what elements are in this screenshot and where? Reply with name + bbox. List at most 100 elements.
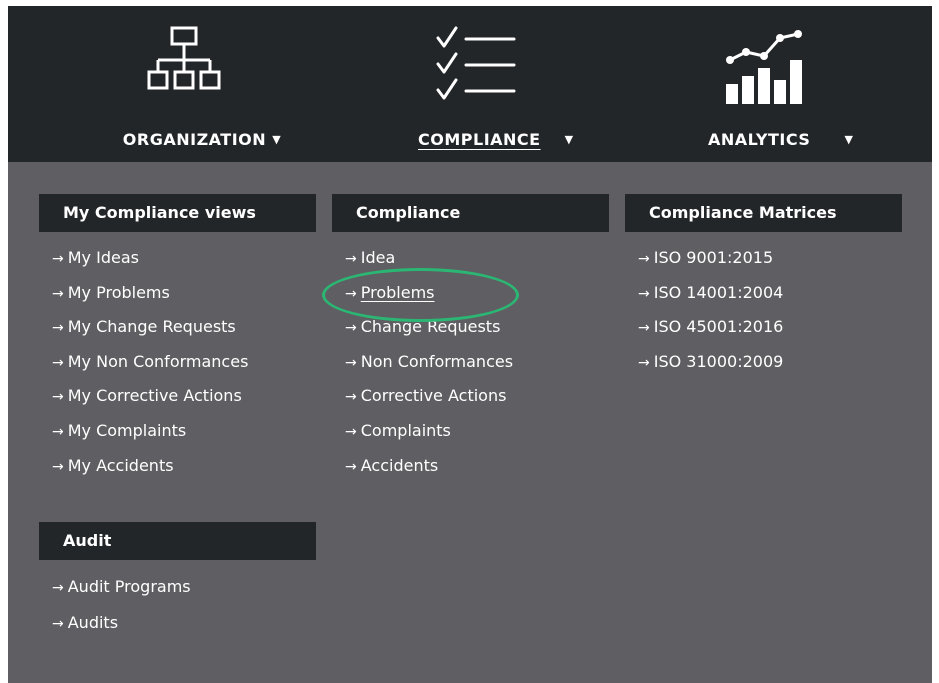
caret-down-icon: ▼: [564, 133, 574, 146]
link-label: Change Requests: [360, 317, 501, 337]
link-my-corrective-actions[interactable]: → My Corrective Actions: [52, 386, 242, 405]
arrow-right-icon: →: [345, 354, 357, 371]
list-item: → ISO 14001:2004: [638, 276, 783, 311]
arrow-right-icon: →: [52, 251, 64, 267]
link-label: My Problems: [67, 282, 170, 302]
link-iso-45001[interactable]: → ISO 45001:2016: [638, 317, 783, 336]
arrow-right-icon: →: [52, 580, 64, 596]
arrow-right-icon: →: [52, 354, 64, 371]
top-navigation-bar: ORGANIZATION ▼ COMPLIANCE ▼ ANALYTICS ▼: [8, 6, 932, 162]
arrow-right-icon: →: [52, 616, 64, 632]
compliance-list: → Idea → Problems → Change Requests → Non Co…: [345, 241, 513, 483]
section-header-compliance: Compliance: [332, 194, 609, 232]
list-item: → Change Requests: [345, 310, 513, 345]
list-item: → ISO 9001:2015: [638, 241, 783, 276]
arrow-right-icon: →: [345, 458, 357, 475]
list-item: → Accidents: [345, 449, 513, 484]
arrow-right-icon: →: [638, 320, 650, 337]
link-my-problems[interactable]: → My Problems: [52, 283, 170, 302]
arrow-right-icon: →: [52, 423, 64, 440]
compliance-matrices-list: → ISO 9001:2015 → ISO 14001:2004 → ISO 4500…: [638, 241, 783, 379]
list-item: → My Corrective Actions: [52, 379, 248, 414]
link-label: Audits: [67, 613, 119, 632]
arrow-right-icon: →: [345, 389, 357, 406]
link-change-requests[interactable]: → Change Requests: [345, 317, 500, 336]
link-label: Complaints: [360, 420, 451, 440]
link-label: Non Conformances: [360, 351, 514, 371]
section-header-audit: Audit: [39, 522, 316, 560]
arrow-right-icon: →: [52, 285, 64, 302]
link-iso-9001[interactable]: → ISO 9001:2015: [638, 248, 773, 267]
arrow-right-icon: →: [638, 285, 650, 302]
list-item: → My Accidents: [52, 449, 248, 484]
section-header-my-compliance-views: My Compliance views: [39, 194, 316, 232]
my-compliance-views-list: → My Ideas → My Problems → My Change Reques…: [52, 241, 248, 483]
link-label: Problems: [360, 282, 435, 302]
mega-menu: ORGANIZATION ▼ COMPLIANCE ▼ ANALYTICS ▼ …: [8, 6, 932, 683]
nav-organization-label: ORGANIZATION: [122, 130, 267, 149]
link-my-ideas[interactable]: → My Ideas: [52, 248, 139, 267]
caret-down-icon: ▼: [272, 133, 282, 146]
link-problems[interactable]: → Problems: [345, 283, 434, 302]
list-item: → Idea: [345, 241, 513, 276]
list-item: → Problems: [345, 276, 513, 311]
link-accidents[interactable]: → Accidents: [345, 456, 438, 475]
list-item: → My Non Conformances: [52, 345, 248, 380]
link-label: Accidents: [360, 455, 439, 475]
arrow-right-icon: →: [345, 423, 357, 440]
link-iso-14001[interactable]: → ISO 14001:2004: [638, 283, 783, 302]
link-label: My Corrective Actions: [67, 386, 242, 406]
link-my-change-requests[interactable]: → My Change Requests: [52, 317, 236, 336]
link-label: Corrective Actions: [360, 386, 507, 406]
list-item: → My Ideas: [52, 241, 248, 276]
link-label: My Ideas: [67, 248, 139, 267]
link-label: Audit Programs: [67, 577, 191, 596]
nav-analytics[interactable]: ANALYTICS ▼: [698, 6, 878, 162]
link-label: My Accidents: [67, 455, 174, 475]
list-item: → My Change Requests: [52, 310, 248, 345]
list-item: → Corrective Actions: [345, 379, 513, 414]
link-my-complaints[interactable]: → My Complaints: [52, 421, 186, 440]
link-label: Idea: [360, 248, 396, 267]
link-complaints[interactable]: → Complaints: [345, 421, 451, 440]
arrow-right-icon: →: [52, 320, 64, 337]
arrow-right-icon: →: [638, 354, 650, 371]
audit-list: → Audit Programs → Audits: [52, 569, 191, 641]
checklist-icon: [434, 22, 518, 110]
link-label: ISO 31000:2009: [653, 351, 784, 371]
arrow-right-icon: →: [638, 251, 650, 267]
nav-organization[interactable]: ORGANIZATION ▼: [92, 6, 312, 162]
link-label: ISO 14001:2004: [653, 282, 784, 302]
link-my-non-conformances[interactable]: → My Non Conformances: [52, 352, 248, 371]
nav-compliance[interactable]: COMPLIANCE ▼: [398, 6, 598, 162]
link-label: My Change Requests: [67, 317, 236, 337]
arrow-right-icon: →: [345, 285, 357, 302]
link-audits[interactable]: → Audits: [52, 613, 118, 632]
link-audit-programs[interactable]: → Audit Programs: [52, 577, 191, 596]
arrow-right-icon: →: [52, 389, 64, 406]
link-non-conformances[interactable]: → Non Conformances: [345, 352, 513, 371]
link-label: ISO 9001:2015: [653, 248, 774, 267]
org-chart-icon: [144, 22, 224, 106]
nav-compliance-label: COMPLIANCE: [418, 130, 541, 149]
list-item: → Non Conformances: [345, 345, 513, 380]
list-item: → My Problems: [52, 276, 248, 311]
list-item: → ISO 45001:2016: [638, 310, 783, 345]
list-item: → Complaints: [345, 414, 513, 449]
list-item: → My Complaints: [52, 414, 248, 449]
arrow-right-icon: →: [52, 458, 64, 475]
nav-analytics-label: ANALYTICS: [708, 130, 811, 149]
link-idea[interactable]: → Idea: [345, 248, 395, 267]
link-corrective-actions[interactable]: → Corrective Actions: [345, 386, 506, 405]
link-label: My Non Conformances: [67, 351, 249, 371]
section-header-compliance-matrices: Compliance Matrices: [625, 194, 902, 232]
analytics-chart-icon: [722, 22, 806, 110]
link-label: ISO 45001:2016: [653, 317, 784, 337]
list-item: → ISO 31000:2009: [638, 345, 783, 380]
link-iso-31000[interactable]: → ISO 31000:2009: [638, 352, 783, 371]
arrow-right-icon: →: [345, 251, 357, 267]
link-my-accidents[interactable]: → My Accidents: [52, 456, 174, 475]
caret-down-icon: ▼: [844, 133, 854, 146]
link-label: My Complaints: [67, 420, 187, 440]
list-item: → Audits: [52, 605, 191, 641]
